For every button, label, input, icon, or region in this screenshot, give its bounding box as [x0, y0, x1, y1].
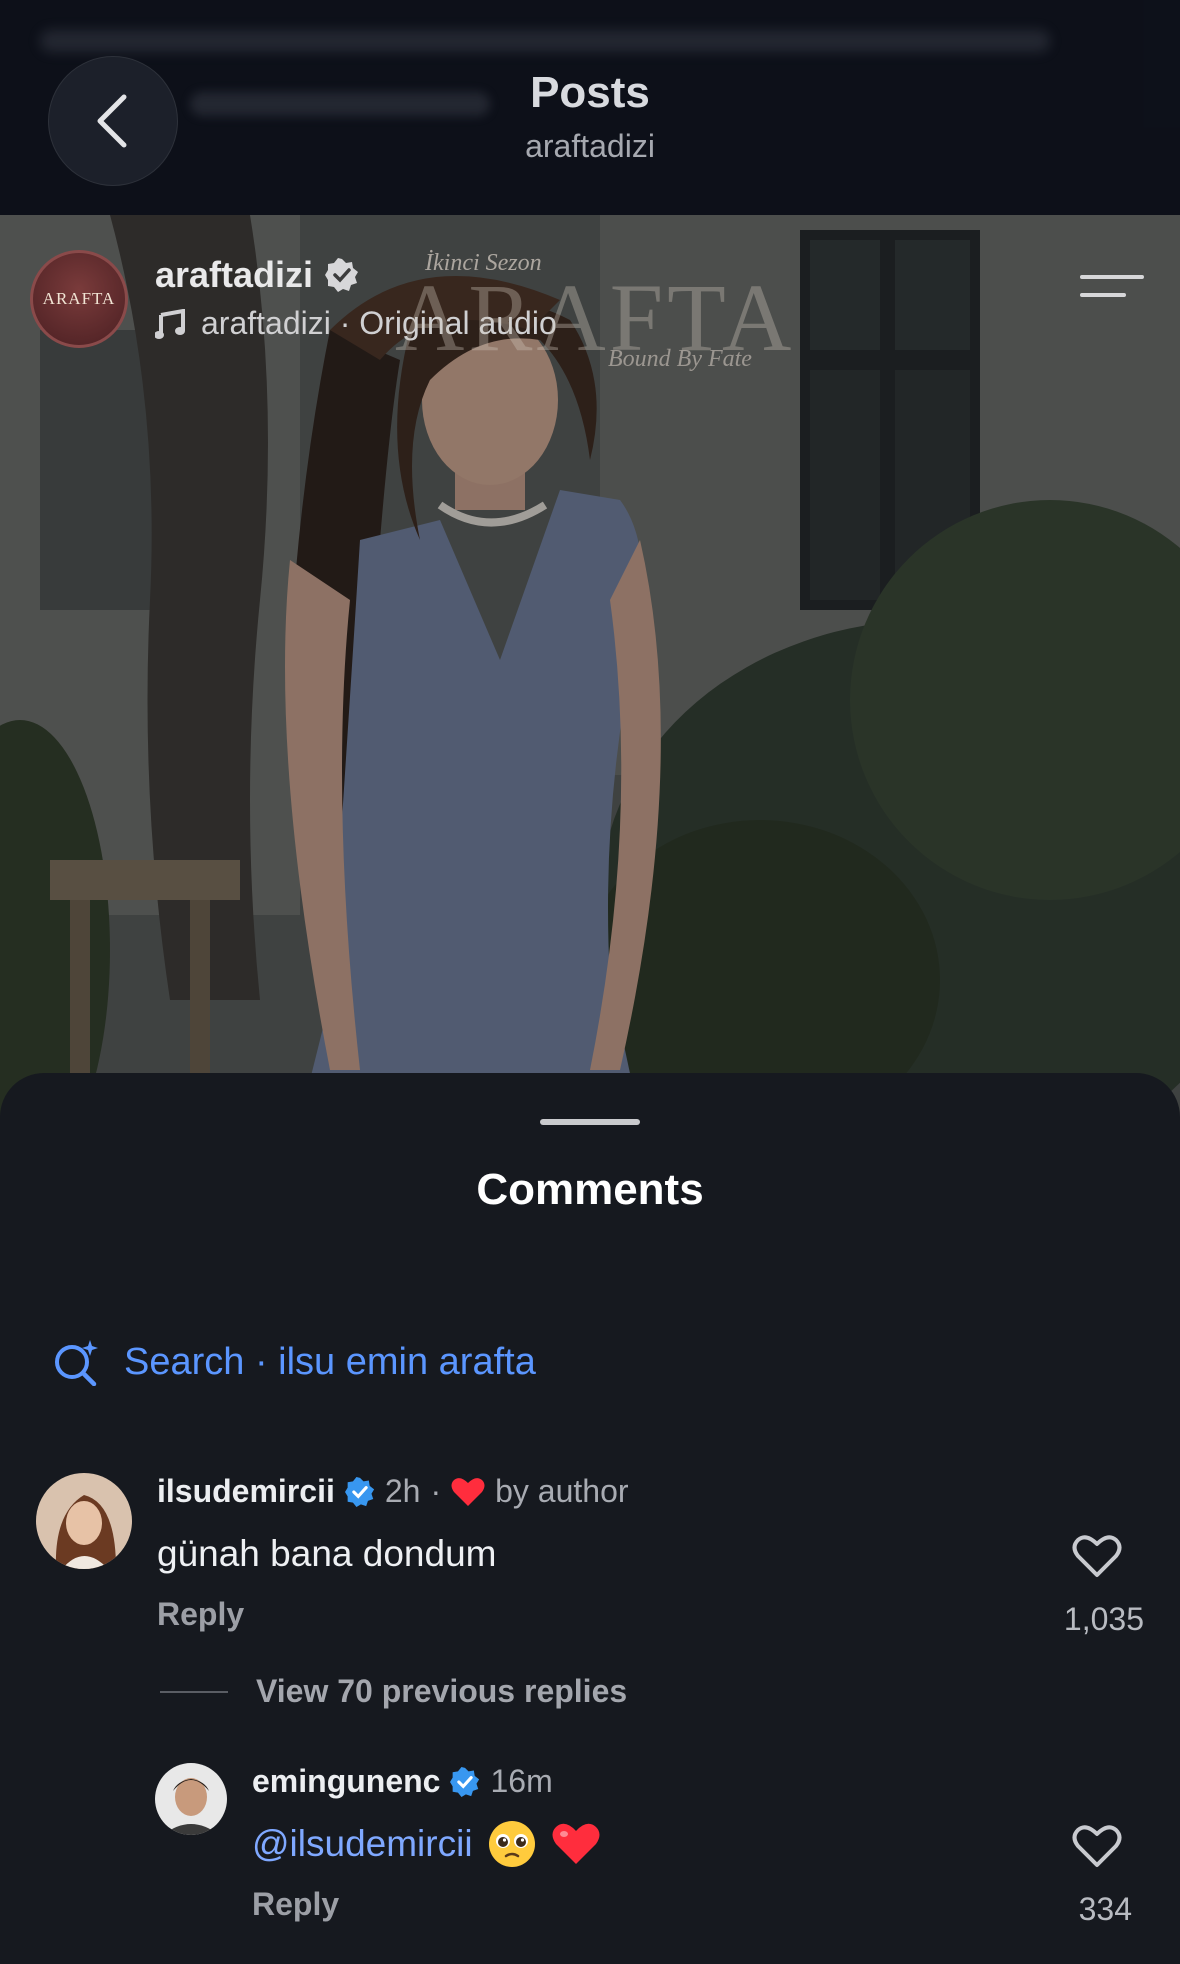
comment-header: ilsudemircii 2h · by author — [157, 1473, 629, 1510]
avatar-photo — [155, 1763, 227, 1835]
verified-badge-icon — [344, 1476, 374, 1507]
avatar-logo-text: ARAFTA — [42, 289, 116, 308]
heart-outline-icon — [1072, 1535, 1122, 1577]
heart-outline-icon — [1072, 1825, 1122, 1867]
sparkle-search-icon — [55, 1340, 98, 1386]
pleading-face-emoji-icon — [488, 1821, 535, 1867]
post-author-row[interactable]: araftadizi — [155, 254, 359, 296]
thread-line — [160, 1690, 228, 1693]
sheet-grabber-handle[interactable] — [540, 1119, 640, 1125]
menu-icon[interactable] — [1080, 275, 1144, 315]
verified-badge-icon — [325, 258, 359, 292]
comment-timestamp: 2h — [384, 1473, 421, 1509]
comment-text: günah bana dondum — [157, 1533, 497, 1574]
avatar-photo — [36, 1473, 132, 1569]
blurred-caption-line — [40, 30, 1050, 52]
liked-by-author-label: by author — [495, 1473, 629, 1509]
view-replies-label: View 70 previous replies — [256, 1673, 628, 1709]
music-note-icon — [155, 308, 185, 339]
reply-username[interactable]: emingunenc — [252, 1763, 440, 1800]
page-subtitle: araftadizi — [525, 128, 655, 164]
like-count: 1,035 — [1063, 1601, 1144, 1637]
reply-button[interactable]: Reply — [252, 1886, 339, 1923]
page-title: Posts — [530, 68, 650, 117]
search-comments-button[interactable]: Search · ilsu emin arafta — [52, 1338, 536, 1386]
like-count: 334 — [1078, 1891, 1132, 1927]
post-author-avatar[interactable]: ARAFTA — [30, 250, 128, 348]
post-author-username[interactable]: araftadizi — [155, 254, 313, 296]
reply-timestamp: 16m — [490, 1763, 553, 1799]
like-reply-button[interactable] — [1072, 1823, 1122, 1874]
red-heart-icon — [451, 1477, 485, 1506]
search-comments-label: Search · ilsu emin arafta — [124, 1340, 536, 1383]
comment-username[interactable]: ilsudemircii — [157, 1473, 335, 1510]
like-comment-button[interactable] — [1072, 1533, 1122, 1584]
separator-dot: · — [430, 1473, 442, 1509]
reply-header: emingunenc 16m — [252, 1763, 553, 1800]
reply-text: @ilsudemircii — [252, 1819, 601, 1869]
comments-title: Comments — [476, 1165, 704, 1214]
reply-button[interactable]: Reply — [157, 1596, 244, 1633]
mention-link[interactable]: @ilsudemircii — [252, 1823, 473, 1865]
avatar[interactable] — [36, 1473, 132, 1569]
avatar[interactable] — [155, 1763, 227, 1835]
red-heart-emoji-icon — [552, 1823, 600, 1864]
verified-badge-icon — [450, 1766, 480, 1797]
view-previous-replies-button[interactable]: View 70 previous replies — [160, 1673, 627, 1710]
watermark-tagline-text: Bound By Fate — [608, 346, 752, 372]
top-navigation-bar: Posts araftadizi — [0, 0, 1180, 215]
comments-sheet: Comments Search · ilsu emin arafta ilsud… — [0, 1073, 1180, 1964]
